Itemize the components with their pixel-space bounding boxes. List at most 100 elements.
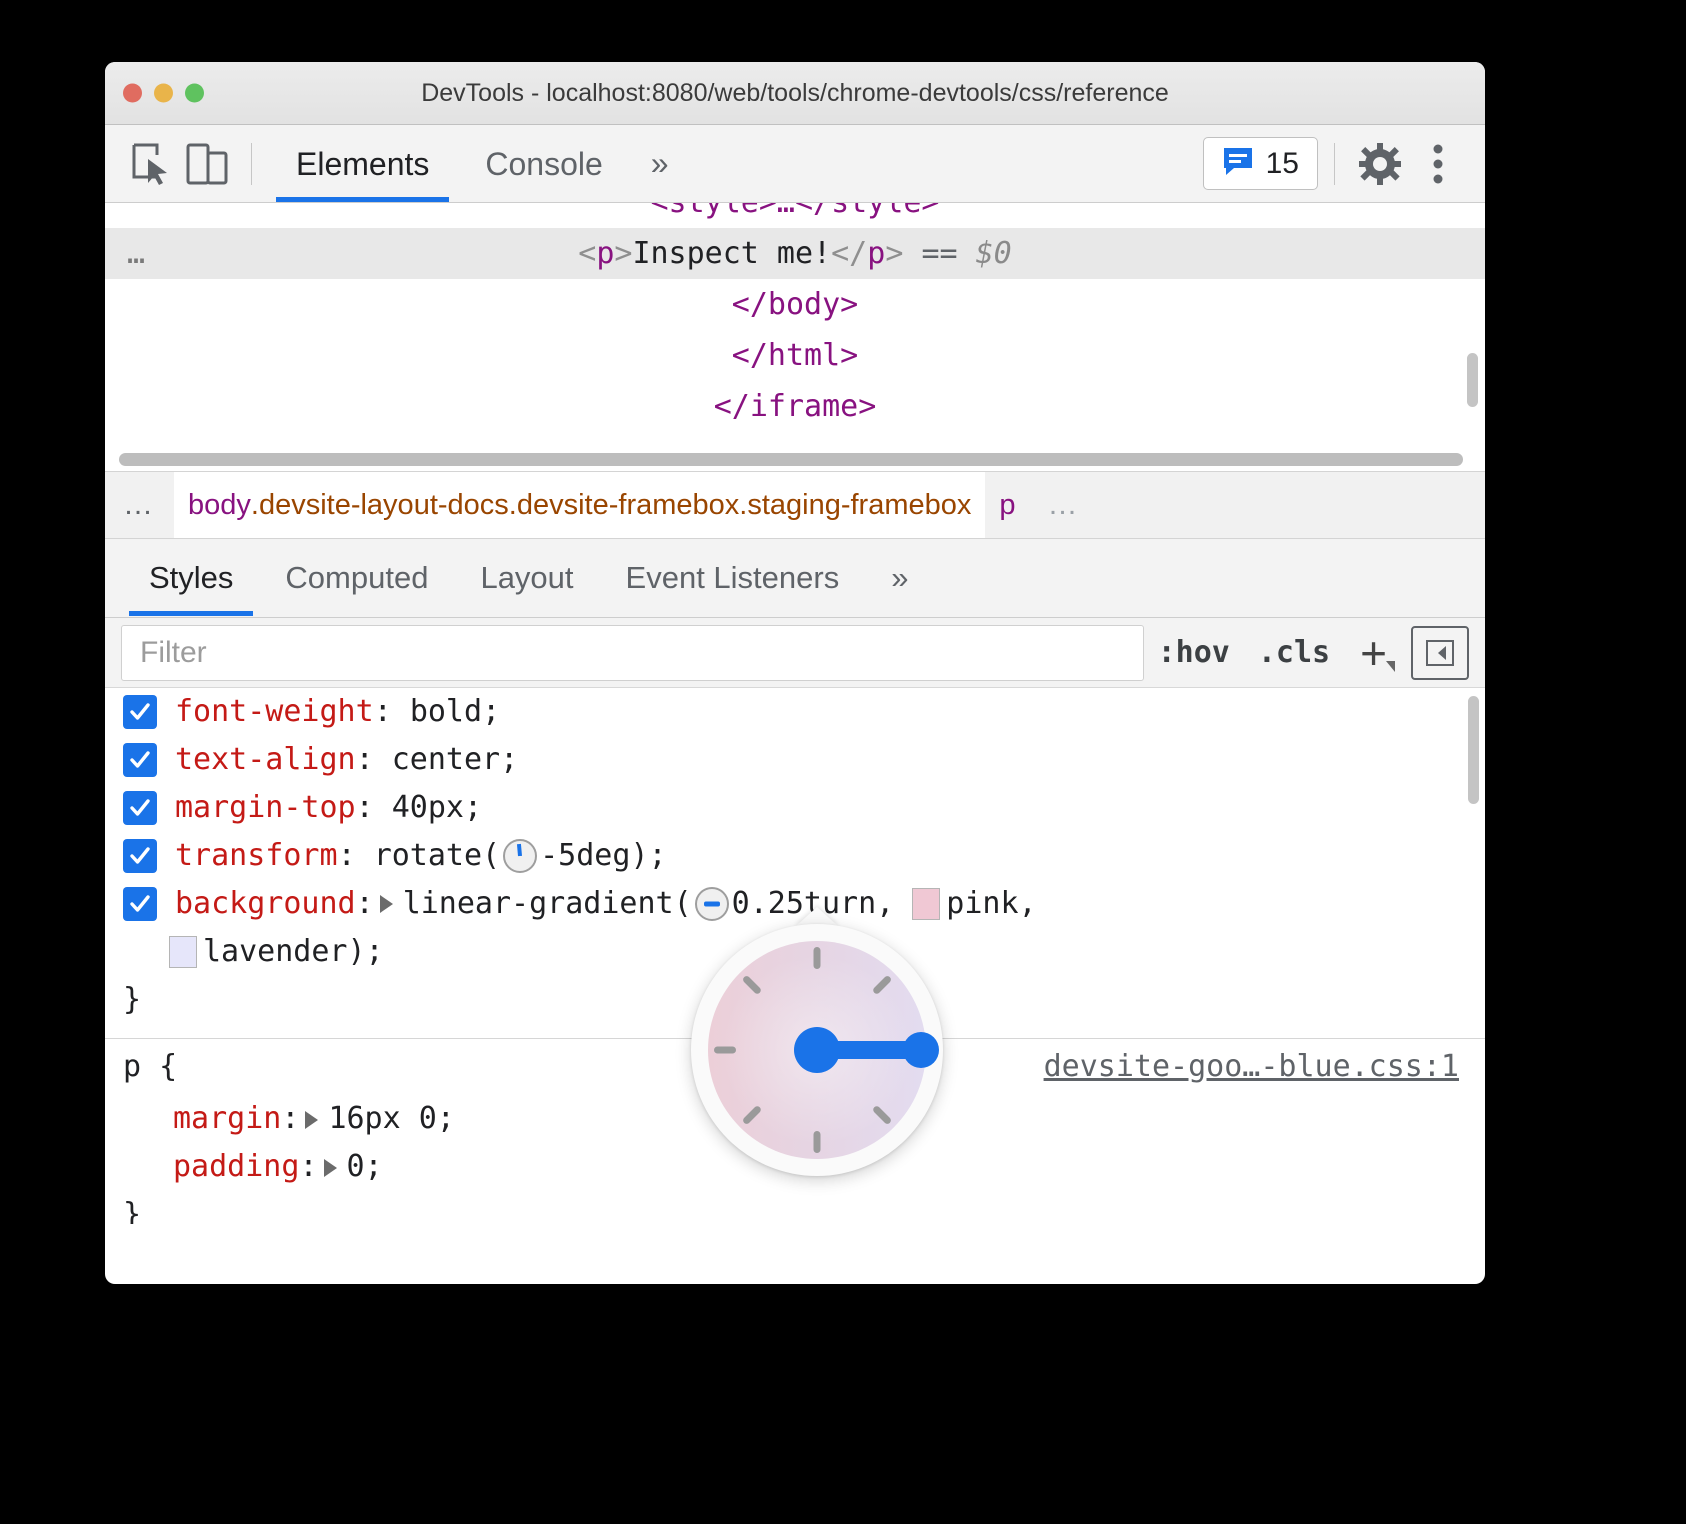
- filter-input[interactable]: Filter: [121, 625, 1144, 681]
- dom-text-node: Inspect me!: [632, 236, 831, 271]
- toggle-element-state-button[interactable]: :hov: [1144, 635, 1244, 670]
- declaration-checkbox[interactable]: [123, 743, 157, 777]
- tab-computed[interactable]: Computed: [259, 540, 454, 616]
- more-pane-tabs-icon[interactable]: »: [865, 540, 934, 616]
- more-panels-icon[interactable]: »: [631, 145, 689, 182]
- declaration-colon: :: [356, 880, 374, 928]
- declaration-colon: :: [338, 832, 374, 880]
- angle-clock-icon[interactable]: [503, 839, 537, 873]
- device-toolbar-icon[interactable]: [179, 136, 235, 192]
- tab-console[interactable]: Console: [457, 126, 630, 202]
- declaration-value-suffix: );: [348, 928, 384, 976]
- inspect-cursor-icon[interactable]: [123, 136, 179, 192]
- plus-dropdown-caret-icon: [1386, 661, 1395, 672]
- breadcrumb-item-p[interactable]: p: [985, 472, 1029, 538]
- declaration-background[interactable]: background:linear-gradient(0.25turn, pin…: [105, 880, 1485, 928]
- declaration-semicolon: ;: [482, 688, 500, 736]
- breadcrumb-item-body[interactable]: body.devsite-layout-docs.devsite-framebo…: [174, 472, 985, 538]
- close-window-button[interactable]: [123, 84, 142, 103]
- declaration-checkbox[interactable]: [123, 791, 157, 825]
- breadcrumb-overflow-right[interactable]: …: [1030, 472, 1099, 538]
- declaration-margin[interactable]: margin:16px 0;: [105, 1095, 1485, 1143]
- declaration-value[interactable]: center: [392, 736, 500, 784]
- declaration-value[interactable]: bold: [410, 688, 482, 736]
- color-swatch-lavender[interactable]: [169, 936, 197, 968]
- messages-count: 15: [1266, 147, 1299, 181]
- styles-filter-row: Filter :hov .cls +: [105, 618, 1485, 688]
- tab-layout[interactable]: Layout: [454, 540, 599, 616]
- dom-tree-panel[interactable]: <style>…</style> … <p>Inspect me!</p> ==…: [105, 203, 1485, 471]
- dom-body-close-text: </body>: [732, 287, 858, 322]
- tab-event-listeners[interactable]: Event Listeners: [600, 540, 866, 616]
- declaration-text-align[interactable]: text-align: center;: [105, 736, 1485, 784]
- declaration-property[interactable]: margin: [173, 1101, 281, 1136]
- dom-eq: ==: [921, 236, 957, 271]
- declaration-transform[interactable]: transform: rotate(-5deg);: [105, 832, 1485, 880]
- styles-declarations-panel[interactable]: font-weight: bold; text-align: center; m…: [105, 688, 1485, 1224]
- styles-pane-tabbar: Styles Computed Layout Event Listeners »: [105, 539, 1485, 618]
- declaration-background-continued[interactable]: lavender);: [105, 928, 1485, 976]
- declaration-checkbox[interactable]: [123, 839, 157, 873]
- declaration-colon: :: [281, 1101, 299, 1136]
- declaration-font-weight[interactable]: font-weight: bold;: [105, 688, 1485, 736]
- declaration-color-one[interactable]: pink: [946, 880, 1018, 928]
- declaration-property[interactable]: padding: [173, 1149, 299, 1184]
- declaration-comma: ,: [1019, 880, 1037, 928]
- declaration-property[interactable]: background: [175, 880, 356, 928]
- toggle-class-button[interactable]: .cls: [1244, 635, 1344, 670]
- declaration-property[interactable]: margin-top: [175, 784, 356, 832]
- gear-icon[interactable]: [1351, 135, 1409, 193]
- rule-two-selector[interactable]: p {: [123, 1049, 177, 1084]
- new-style-rule-button[interactable]: +: [1344, 630, 1397, 676]
- dom-open-gt: >: [614, 236, 632, 271]
- dom-line-html-close[interactable]: </html>: [105, 330, 1485, 381]
- expand-shorthand-icon[interactable]: [305, 1111, 318, 1129]
- dom-horizontal-scrollbar[interactable]: [119, 453, 1463, 466]
- dom-row-ellipsis[interactable]: …: [127, 228, 148, 279]
- breadcrumb-p-tag: p: [999, 489, 1015, 522]
- styles-vertical-scrollbar[interactable]: [1468, 696, 1479, 804]
- dom-open-tag: p: [596, 236, 614, 271]
- expand-shorthand-icon[interactable]: [324, 1159, 337, 1177]
- dom-line-body-close[interactable]: </body>: [105, 279, 1485, 330]
- declaration-value[interactable]: 40px: [392, 784, 464, 832]
- declaration-semicolon: ;: [500, 736, 518, 784]
- declaration-value[interactable]: 16px 0;: [328, 1101, 454, 1136]
- window-title: DevTools - localhost:8080/web/tools/chro…: [105, 79, 1485, 108]
- dom-line-iframe-close[interactable]: </iframe>: [105, 381, 1485, 432]
- angle-clock-icon[interactable]: [695, 887, 729, 921]
- declaration-checkbox[interactable]: [123, 695, 157, 729]
- messages-badge[interactable]: 15: [1203, 137, 1318, 190]
- dom-line-selected-p[interactable]: … <p>Inspect me!</p> == $0: [105, 228, 1485, 279]
- declaration-color-two[interactable]: lavender: [203, 928, 348, 976]
- tab-styles[interactable]: Styles: [123, 540, 259, 616]
- declaration-angle-value[interactable]: -5deg: [540, 832, 630, 880]
- declaration-angle-value[interactable]: 0.25turn,: [732, 880, 895, 928]
- dom-vertical-scrollbar[interactable]: [1467, 353, 1478, 407]
- breadcrumb-overflow-left[interactable]: …: [105, 472, 174, 538]
- zoom-window-button[interactable]: [185, 84, 204, 103]
- declaration-property[interactable]: text-align: [175, 736, 356, 784]
- dom-line-style[interactable]: <style>…</style>: [105, 203, 1485, 228]
- kebab-menu-icon[interactable]: [1409, 135, 1467, 193]
- dom-close-lt: </: [831, 236, 867, 271]
- declaration-margin-top[interactable]: margin-top: 40px;: [105, 784, 1485, 832]
- traffic-light-controls[interactable]: [123, 84, 204, 103]
- color-swatch-pink[interactable]: [912, 888, 940, 920]
- minimize-window-button[interactable]: [154, 84, 173, 103]
- breadcrumb-body-classes: .devsite-layout-docs.devsite-framebox.st…: [251, 489, 972, 522]
- tab-elements[interactable]: Elements: [268, 126, 457, 202]
- stylesheet-source-link[interactable]: devsite-goo…-blue.css:1: [1044, 1039, 1459, 1095]
- declaration-checkbox[interactable]: [123, 887, 157, 921]
- declaration-padding[interactable]: padding:0;: [105, 1143, 1485, 1191]
- declaration-value[interactable]: 0;: [347, 1149, 383, 1184]
- dom-open-lt: <: [578, 236, 596, 271]
- collapse-sidebar-icon[interactable]: [1411, 626, 1469, 680]
- devtools-window: DevTools - localhost:8080/web/tools/chro…: [105, 62, 1485, 1284]
- rule-two-closing-brace: }: [105, 1191, 1485, 1224]
- declaration-property[interactable]: transform: [175, 832, 338, 880]
- rule-one-closing-brace: }: [105, 976, 1485, 1024]
- window-titlebar: DevTools - localhost:8080/web/tools/chro…: [105, 62, 1485, 125]
- expand-shorthand-icon[interactable]: [380, 895, 393, 913]
- declaration-property[interactable]: font-weight: [175, 688, 374, 736]
